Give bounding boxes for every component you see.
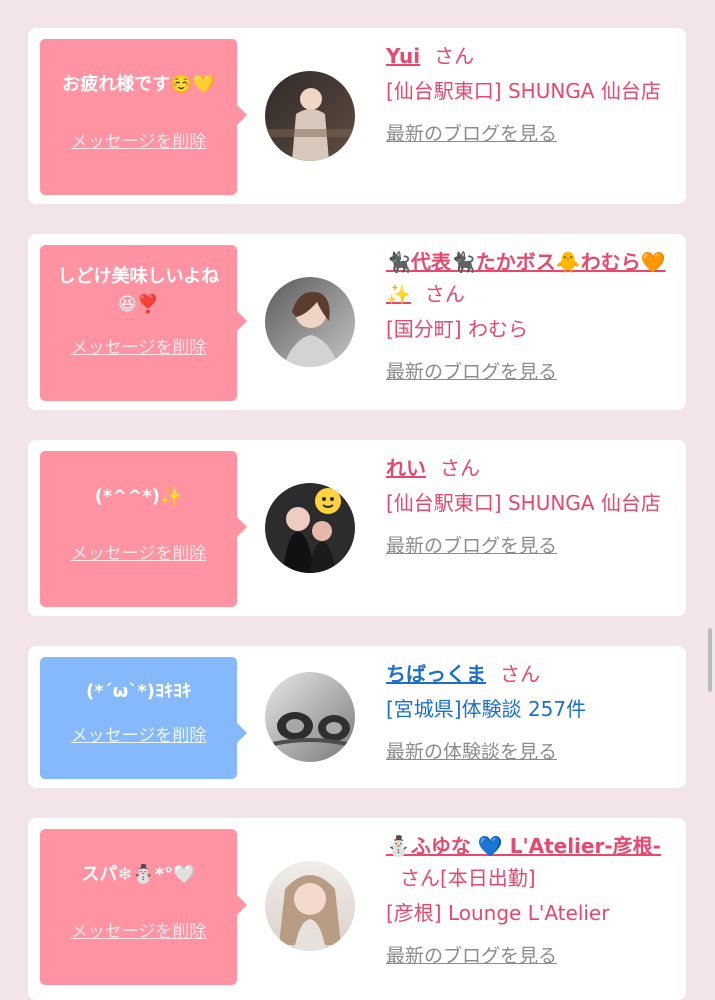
delete-message-link[interactable]: メッセージを削除 [71,721,207,746]
message-text: お疲れ様です☺️💛 [62,74,215,95]
shop-name: [国分町] わむら [386,317,528,341]
avatar-photo [265,672,355,762]
member-name-link[interactable]: れい [386,456,426,480]
message-bubble: しどけ美味しいよね😆❣️ メッセージを削除 [40,245,247,401]
message-text: (*^^*)✨ [94,486,183,507]
avatar[interactable] [265,277,355,367]
message-text: スパ❄⛄*°🤍 [81,864,196,885]
latest-blog-link[interactable]: 最新のブログを見る [386,120,676,148]
delete-message-link[interactable]: メッセージを削除 [71,333,207,358]
avatar[interactable] [265,483,355,573]
message-feed: お疲れ様です☺️💛 メッセージを削除 Yui さん [仙台駅東口] SHUNGA… [0,0,715,1000]
message-bubble: (*^^*)✨ メッセージを削除 [40,451,247,607]
avatar-photo [265,483,355,573]
honorific: さん [434,44,475,68]
shop-name: [仙台駅東口] SHUNGA 仙台店 [386,491,661,515]
message-card: お疲れ様です☺️💛 メッセージを削除 Yui さん [仙台駅東口] SHUNGA… [28,28,686,204]
delete-message-link[interactable]: メッセージを削除 [71,539,207,564]
member-info: 🐈‍⬛代表🐈‍⬛たかボス🐥わむら🧡✨ さん [国分町] わむら 最新のブログを見る [386,246,676,386]
work-status: [本日出勤] [440,866,536,890]
delete-message-link[interactable]: メッセージを削除 [71,917,207,942]
avatar[interactable] [265,672,355,762]
message-card: スパ❄⛄*°🤍 メッセージを削除 ⛄ふゆな 💙 L'Atelier-彦根-さん[… [28,818,686,1000]
name-line: Yui さん [386,40,676,72]
message-card: しどけ美味しいよね😆❣️ メッセージを削除 🐈‍⬛代表🐈‍⬛たかボス🐥わむら� [28,234,686,410]
shop-name: [彦根] Lounge L'Atelier [386,901,610,925]
latest-review-link[interactable]: 最新の体験談を見る [386,738,676,766]
message-bubble: スパ❄⛄*°🤍 メッセージを削除 [40,829,247,985]
message-card: (*´ω`*)ﾖｷﾖｷ メッセージを削除 ちばっくま さん [宮城県]体験談 2… [28,646,686,788]
name-line: れい さん [386,452,676,484]
shop-name: [仙台駅東口] SHUNGA 仙台店 [386,79,661,103]
honorific: さん [424,282,465,306]
message-text: (*´ω`*)ﾖｷﾖｷ [86,681,191,702]
member-name-link[interactable]: ⛄ふゆな 💙 L'Atelier-彦根- [386,834,661,858]
message-bubble: (*´ω`*)ﾖｷﾖｷ メッセージを削除 [40,657,247,779]
honorific: さん [500,662,540,686]
name-line: 🐈‍⬛代表🐈‍⬛たかボス🐥わむら🧡✨ さん [386,246,676,310]
avatar-photo [265,71,355,161]
message-text: しどけ美味しいよね😆❣️ [57,266,220,315]
review-summary: [宮城県]体験談 257件 [386,697,587,721]
delete-message-link[interactable]: メッセージを削除 [71,127,207,152]
member-name-link[interactable]: ちばっくま [386,662,486,686]
latest-blog-link[interactable]: 最新のブログを見る [386,532,676,560]
honorific: さん [400,866,440,890]
member-info: ちばっくま さん [宮城県]体験談 257件 最新の体験談を見る [386,658,676,766]
avatar-photo [265,861,355,951]
latest-blog-link[interactable]: 最新のブログを見る [386,942,676,970]
avatar[interactable] [265,861,355,951]
name-line: ⛄ふゆな 💙 L'Atelier-彦根- さん[本日出勤] [386,830,676,894]
member-name-link[interactable]: Yui [386,44,420,68]
name-line: ちばっくま さん [386,658,676,690]
member-info: れい さん [仙台駅東口] SHUNGA 仙台店 最新のブログを見る [386,452,676,560]
latest-blog-link[interactable]: 最新のブログを見る [386,358,676,386]
avatar-photo [265,277,355,367]
message-bubble: お疲れ様です☺️💛 メッセージを削除 [40,39,247,195]
avatar[interactable] [265,71,355,161]
member-info: Yui さん [仙台駅東口] SHUNGA 仙台店 最新のブログを見る [386,40,676,148]
scrollbar-thumb[interactable] [708,628,712,692]
message-card: (*^^*)✨ メッセージを削除 れい さん [仙台駅東口] SHUNGA 仙台店… [28,440,686,616]
honorific: さん [440,456,480,480]
member-info: ⛄ふゆな 💙 L'Atelier-彦根- さん[本日出勤] [彦根] Lounge… [386,830,676,970]
